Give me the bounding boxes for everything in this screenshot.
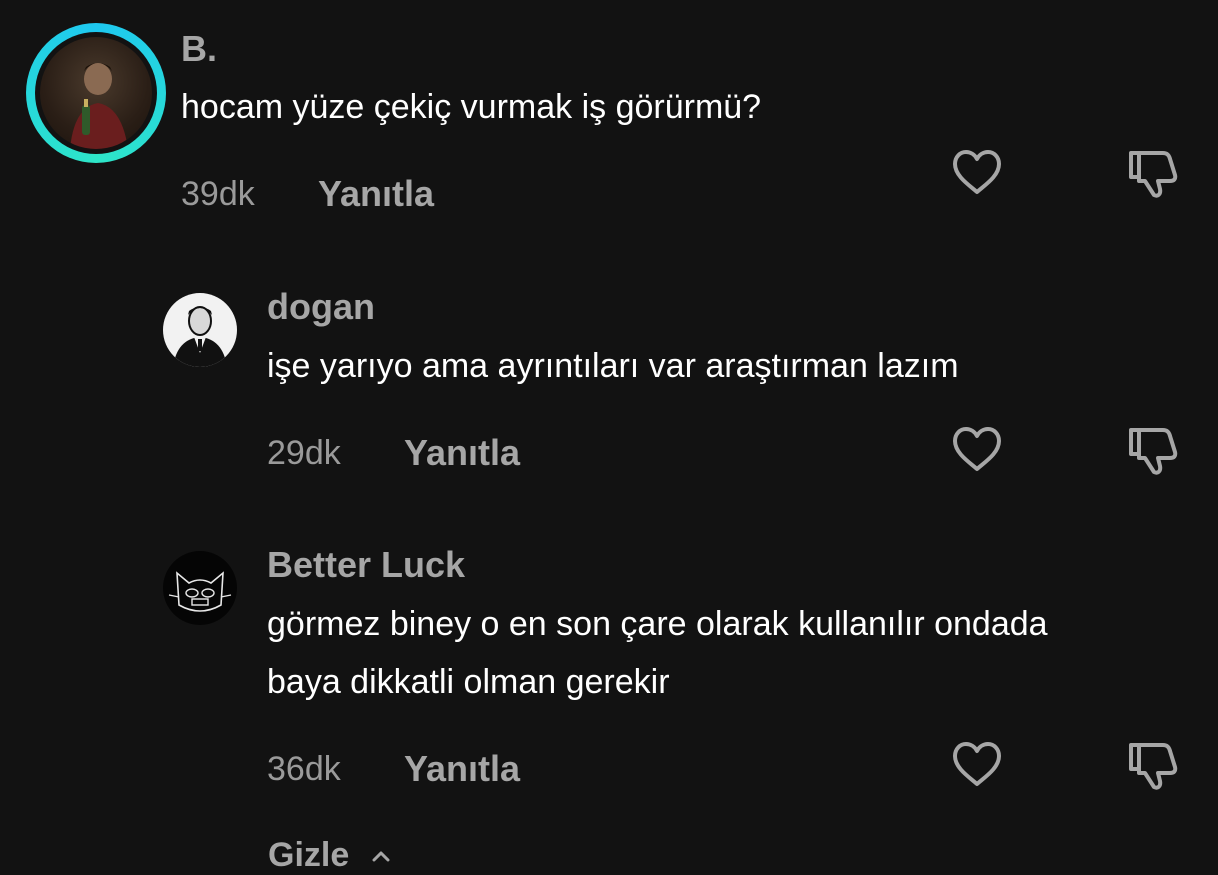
- like-button[interactable]: [949, 145, 1005, 201]
- comment-text-line: hocam yüze çekiç vurmak iş görürmü?: [181, 88, 762, 126]
- comment-text-line: işe yarıyo ama ayrıntıları var araştırma…: [267, 347, 959, 385]
- avatar[interactable]: [163, 551, 237, 625]
- reply-button[interactable]: Yanıtla: [404, 432, 520, 474]
- like-heart-icon: [953, 427, 1001, 471]
- comment-text: hocam yüze çekiç vurmak iş görürmü?: [181, 78, 761, 136]
- reply-button[interactable]: Yanıtla: [404, 748, 520, 790]
- avatar[interactable]: [163, 293, 237, 367]
- comment-time: 39dk: [181, 175, 255, 213]
- comment-text-line: baya dikkatli olman gerekir: [267, 663, 670, 701]
- reply-comment: Better Luck görmez biney o en son çare o…: [0, 530, 1218, 820]
- dislike-button[interactable]: [1125, 422, 1181, 478]
- chevron-up-icon: [372, 851, 390, 862]
- dislike-thumb-icon: [1129, 743, 1178, 790]
- dislike-button[interactable]: [1125, 145, 1181, 201]
- dislike-thumb-icon: [1129, 151, 1178, 198]
- comment-time: 36dk: [267, 750, 341, 788]
- comment-text: işe yarıyo ama ayrıntıları var araştırma…: [267, 337, 959, 395]
- like-button[interactable]: [949, 422, 1005, 478]
- reply-comment: dogan işe yarıyo ama ayrıntıları var ara…: [0, 270, 1218, 500]
- comment-text-line: görmez biney o en son çare olarak kullan…: [267, 605, 1048, 643]
- dislike-thumb-icon: [1129, 428, 1178, 475]
- hide-replies-label: Gizle: [268, 836, 350, 874]
- like-heart-icon: [953, 742, 1001, 786]
- comment-username[interactable]: Better Luck: [267, 544, 465, 586]
- reply-button[interactable]: Yanıtla: [318, 173, 434, 215]
- hide-replies-button[interactable]: Gizle: [268, 836, 393, 875]
- avatar[interactable]: [40, 37, 152, 149]
- comment-username[interactable]: B.: [181, 28, 217, 70]
- comment-text: görmez biney o en son çare olarak kullan…: [267, 595, 1048, 711]
- comment-time: 29dk: [267, 434, 341, 472]
- comment: B. hocam yüze çekiç vurmak iş görürmü? 3…: [0, 0, 1218, 240]
- like-button[interactable]: [949, 737, 1005, 793]
- comment-username[interactable]: dogan: [267, 286, 375, 328]
- dislike-button[interactable]: [1125, 737, 1181, 793]
- like-heart-icon: [953, 150, 1001, 194]
